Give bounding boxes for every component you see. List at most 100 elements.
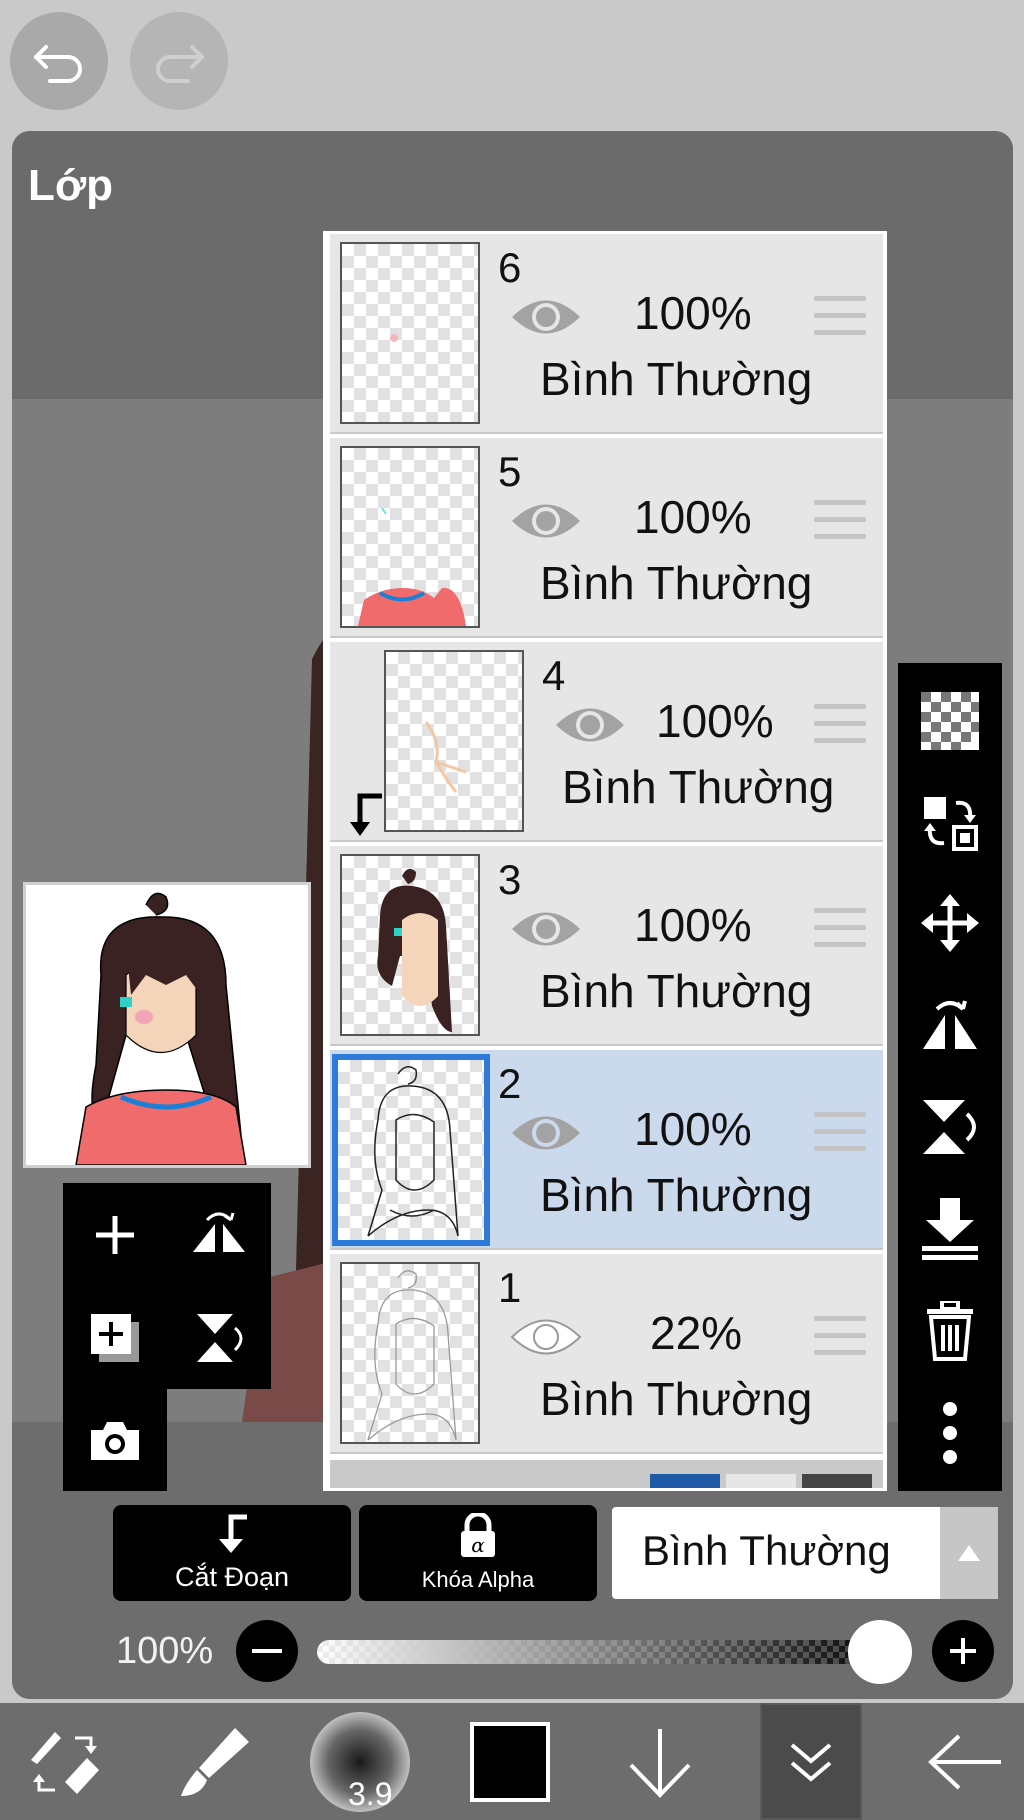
- opacity-label: 100%: [116, 1630, 214, 1672]
- opacity-decrease-button[interactable]: [236, 1620, 298, 1682]
- drag-handle-icon[interactable]: [814, 1112, 866, 1156]
- more-options-button[interactable]: [898, 1383, 1002, 1483]
- plus-icon: [96, 1215, 134, 1254]
- current-color-swatch: [470, 1721, 550, 1802]
- brush-size-value: 3.9: [348, 1775, 393, 1812]
- layer-row-3[interactable]: 3 100% Bình Thường: [330, 846, 883, 1046]
- move-button[interactable]: [898, 873, 1002, 973]
- undo-icon: [34, 45, 82, 83]
- drag-handle-icon[interactable]: [814, 1316, 866, 1360]
- preview-drawing: [75, 892, 247, 1165]
- layer-opacity: 22%: [650, 1307, 743, 1359]
- swap-layer-button[interactable]: [898, 773, 1002, 873]
- transparent-fill-button[interactable]: [898, 671, 1002, 771]
- layer-opacity: 100%: [634, 899, 752, 951]
- layers-panel-button[interactable]: [760, 1703, 862, 1820]
- layer-row-6[interactable]: 6 100% Bình Thường: [330, 234, 883, 434]
- opacity-increase-button[interactable]: [932, 1620, 994, 1682]
- brush-icon: [181, 1727, 249, 1796]
- layers-list: 6 100% Bình Thường 5 100% Bình Thường 4 …: [323, 231, 887, 1491]
- color-button[interactable]: [460, 1703, 560, 1820]
- layer-number: 1: [498, 1264, 522, 1311]
- layer-row-2[interactable]: 2 100% Bình Thường: [330, 1050, 883, 1250]
- eye-icon[interactable]: [510, 1312, 582, 1362]
- eye-icon[interactable]: [554, 700, 626, 750]
- layer-row-5[interactable]: 5 100% Bình Thường: [330, 438, 883, 638]
- brush-tool-button[interactable]: [160, 1703, 270, 1820]
- drag-handle-icon[interactable]: [814, 704, 866, 748]
- blend-mode-value: Bình Thường: [642, 1527, 891, 1574]
- layer-number: 5: [498, 448, 522, 495]
- quick-tools: [63, 1183, 271, 1491]
- brush-size-preview: 3.9: [310, 1711, 410, 1812]
- opacity-slider-thumb[interactable]: [848, 1620, 912, 1684]
- add-layer-button[interactable]: [63, 1183, 167, 1286]
- layer-number: 4: [542, 652, 566, 699]
- opacity-slider[interactable]: [317, 1640, 894, 1664]
- merge-down-icon: [922, 1198, 978, 1260]
- clip-arrow-icon: [350, 793, 382, 836]
- delete-layer-button[interactable]: [898, 1281, 1002, 1381]
- layer-down-button[interactable]: [610, 1703, 710, 1820]
- dropdown-arrow-icon[interactable]: [940, 1507, 998, 1599]
- brush-eraser-switch-icon: [31, 1731, 99, 1794]
- move-icon: [921, 894, 979, 952]
- layer-blend-mode: Bình Thường: [540, 1373, 813, 1425]
- layer-row-1[interactable]: 1 22% Bình Thường: [330, 1254, 883, 1454]
- chevron-double-down-icon: [790, 1742, 832, 1782]
- drag-handle-icon[interactable]: [814, 500, 866, 544]
- layer-thumbnail: [340, 1262, 480, 1444]
- layer-opacity: 100%: [634, 287, 752, 339]
- eye-icon[interactable]: [510, 496, 582, 546]
- flip-horizontal-button[interactable]: [167, 1183, 271, 1286]
- panel-title: Lớp: [28, 161, 114, 210]
- alpha-lock-button[interactable]: α Khóa Alpha: [359, 1505, 597, 1601]
- layer-number: 3: [498, 856, 522, 903]
- layer-tools-sidebar: [898, 663, 1002, 1491]
- layer-blend-mode: Bình Thường: [540, 353, 813, 405]
- drag-handle-icon[interactable]: [814, 908, 866, 952]
- layer-number: 2: [498, 1060, 522, 1107]
- alpha-lock-label: Khóa Alpha: [421, 1567, 535, 1592]
- layer-blend-mode: Bình Thường: [540, 965, 813, 1017]
- camera-button[interactable]: [63, 1389, 167, 1492]
- layer-blend-mode: Bình Thường: [562, 761, 835, 813]
- camera-icon: [91, 1421, 139, 1460]
- eye-icon[interactable]: [510, 292, 582, 342]
- layer-number: 6: [498, 244, 522, 291]
- drag-handle-icon[interactable]: [814, 296, 866, 340]
- more-vertical-icon: [943, 1402, 957, 1464]
- plus-icon: [950, 1638, 976, 1664]
- bottom-toolbar: 3.9: [0, 1703, 1024, 1820]
- eye-icon[interactable]: [510, 1108, 582, 1158]
- canvas-preview[interactable]: [23, 882, 311, 1168]
- eye-icon[interactable]: [510, 904, 582, 954]
- flip-horizontal-icon: [923, 1000, 977, 1049]
- arrow-down-icon: [629, 1728, 691, 1798]
- flip-layer-vertical-button[interactable]: [898, 1077, 1002, 1177]
- flip-vertical-button[interactable]: [167, 1286, 271, 1389]
- add-layer-copy-button[interactable]: [63, 1286, 167, 1389]
- clipping-button[interactable]: Cắt Đoạn: [113, 1505, 351, 1601]
- lock-icon: α: [461, 1513, 495, 1557]
- flip-layer-horizontal-button[interactable]: [898, 975, 1002, 1075]
- clip-arrow-icon: [219, 1514, 247, 1553]
- redo-button[interactable]: [130, 12, 228, 110]
- redo-icon: [156, 45, 204, 83]
- layers-scroll-edge: [330, 1460, 883, 1488]
- arrow-left-icon: [928, 1734, 1001, 1789]
- layer-row-4[interactable]: 4 100% Bình Thường: [330, 642, 883, 842]
- duplicate-layer-icon: [91, 1313, 139, 1362]
- flip-vertical-icon: [923, 1100, 976, 1154]
- layer-thumbnail: [340, 446, 480, 628]
- layer-thumbnail: [340, 242, 480, 424]
- clipping-label: Cắt Đoạn: [174, 1562, 290, 1592]
- flip-vertical-icon: [197, 1313, 243, 1362]
- blend-mode-select[interactable]: Bình Thường: [612, 1507, 998, 1599]
- undo-button[interactable]: [10, 12, 108, 110]
- merge-down-button[interactable]: [898, 1179, 1002, 1279]
- layer-blend-mode: Bình Thường: [540, 1169, 813, 1221]
- brush-size-button[interactable]: 3.9: [305, 1703, 415, 1820]
- tool-switch-button[interactable]: [10, 1703, 120, 1820]
- back-button[interactable]: [910, 1703, 1020, 1820]
